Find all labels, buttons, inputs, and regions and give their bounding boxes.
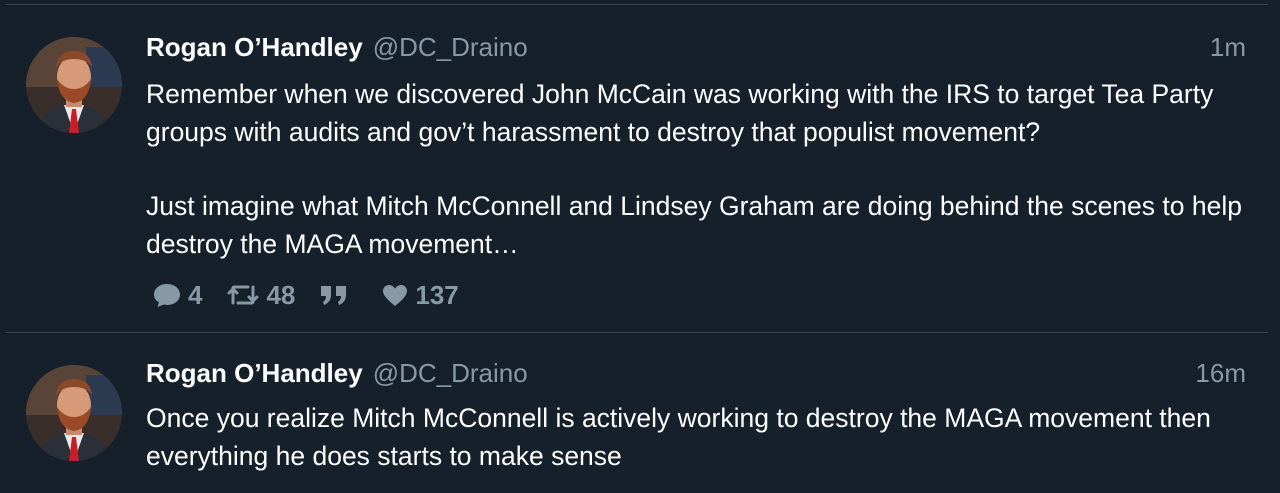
author-handle[interactable]: @DC_Draino: [373, 32, 528, 62]
tweet[interactable]: Rogan O’Handley @DC_Draino 16m Once you r…: [6, 332, 1268, 493]
timeline: Rogan O’Handley @DC_Draino 1m Remember wh…: [6, 4, 1268, 489]
retweet-count: 48: [266, 279, 296, 310]
heart-icon: [383, 285, 408, 306]
tweet-text: Remember when we discovered John McCain …: [146, 75, 1256, 263]
tweet-text: Once you realize Mitch McConnell is acti…: [146, 399, 1256, 475]
author-name[interactable]: Rogan O’Handley: [146, 32, 363, 62]
avatar[interactable]: [26, 365, 122, 461]
quote-marks-icon: [321, 286, 347, 305]
retweet-button[interactable]: 48: [226, 280, 295, 311]
tweet-header: Rogan O’Handley @DC_Draino: [146, 31, 528, 63]
tweet[interactable]: Rogan O’Handley @DC_Draino 1m Remember wh…: [6, 5, 1268, 329]
retweet-arrows-icon: [227, 285, 259, 305]
tweet-header: Rogan O’Handley @DC_Draino: [146, 357, 528, 389]
tweet-paragraph: Remember when we discovered John McCain …: [146, 79, 1214, 147]
reply-button[interactable]: 4: [152, 280, 202, 311]
like-button[interactable]: 137: [381, 279, 459, 311]
author-name[interactable]: Rogan O’Handley: [146, 358, 363, 388]
speech-bubble-icon: [154, 284, 180, 307]
reply-count: 4: [188, 279, 203, 310]
tweet-paragraph: Once you realize Mitch McConnell is acti…: [146, 403, 1211, 471]
avatar[interactable]: [26, 37, 122, 133]
tweet-timestamp[interactable]: 16m: [1195, 357, 1246, 389]
tweet-timestamp[interactable]: 1m: [1210, 31, 1246, 63]
tweet-actions: 4 48 137: [152, 277, 483, 313]
like-count: 137: [415, 279, 459, 310]
quote-button[interactable]: [319, 283, 355, 307]
tweet-paragraph: Just imagine what Mitch McConnell and Li…: [146, 191, 1242, 259]
author-handle[interactable]: @DC_Draino: [373, 358, 528, 388]
